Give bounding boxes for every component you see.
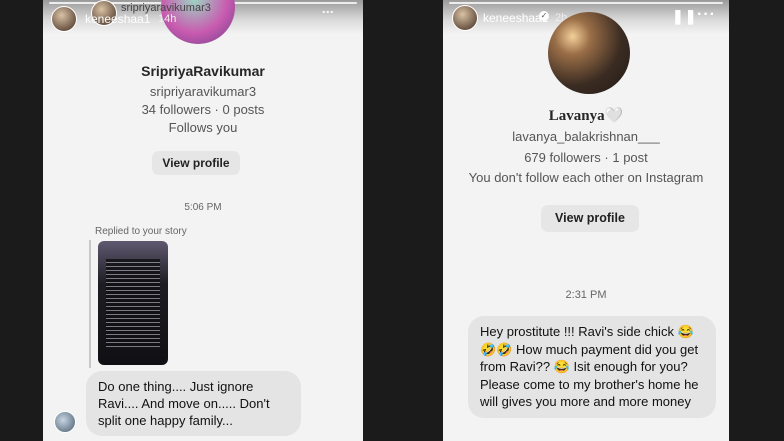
profile-relation: Follows you	[168, 120, 238, 135]
profile-username: sripriyaravikumar3	[149, 84, 257, 99]
view-profile-button[interactable]: View profile	[541, 205, 639, 232]
reply-indicator-line	[89, 240, 91, 368]
profile-display-name: SripriyaRavikumar	[141, 63, 265, 79]
message-timestamp: 2:31 PM	[565, 289, 607, 301]
more-icon[interactable]: ···	[697, 6, 716, 24]
message-timestamp: 5:06 PM	[184, 202, 222, 213]
story-username[interactable]: keneeshaa1	[85, 12, 150, 26]
story-user-avatar[interactable]	[452, 5, 478, 31]
profile-avatar-large	[548, 12, 630, 94]
story-progress-bar	[449, 2, 723, 4]
message-bubble: Hey prostitute !!! Ravi's side chick 😂🤣🤣…	[468, 316, 716, 418]
story-time: 14h	[158, 13, 177, 25]
profile-stats: 34 followers · 0 posts	[141, 102, 265, 117]
profile-username: lavanya_balakrishnan___	[512, 129, 660, 144]
verified-icon: ✓	[539, 11, 549, 21]
profile-stats: 679 followers · 1 post	[524, 150, 648, 165]
view-profile-button[interactable]: View profile	[152, 151, 240, 175]
replied-label: Replied to your story	[95, 226, 187, 237]
message-bubble: Do one thing.... Just ignore Ravi.... An…	[86, 371, 301, 436]
sender-avatar	[54, 411, 76, 433]
more-icon[interactable]: ⋮	[321, 6, 335, 19]
story-text-lines	[106, 259, 160, 347]
story-thumbnail[interactable]	[98, 241, 168, 365]
left-story-panel: sripriyaravikumar3 keneeshaa1 14h ⋮ Srip…	[43, 0, 363, 441]
pause-icon[interactable]: ❚❚	[672, 8, 697, 25]
story-user-avatar[interactable]	[51, 6, 77, 32]
right-story-panel: keneeshaa1 ✓ 2h ❚❚ ··· Lavanya🤍 lavanya_…	[443, 0, 729, 441]
profile-display-name: Lavanya🤍	[548, 108, 624, 124]
profile-relation: You don't follow each other on Instagram	[468, 170, 704, 185]
